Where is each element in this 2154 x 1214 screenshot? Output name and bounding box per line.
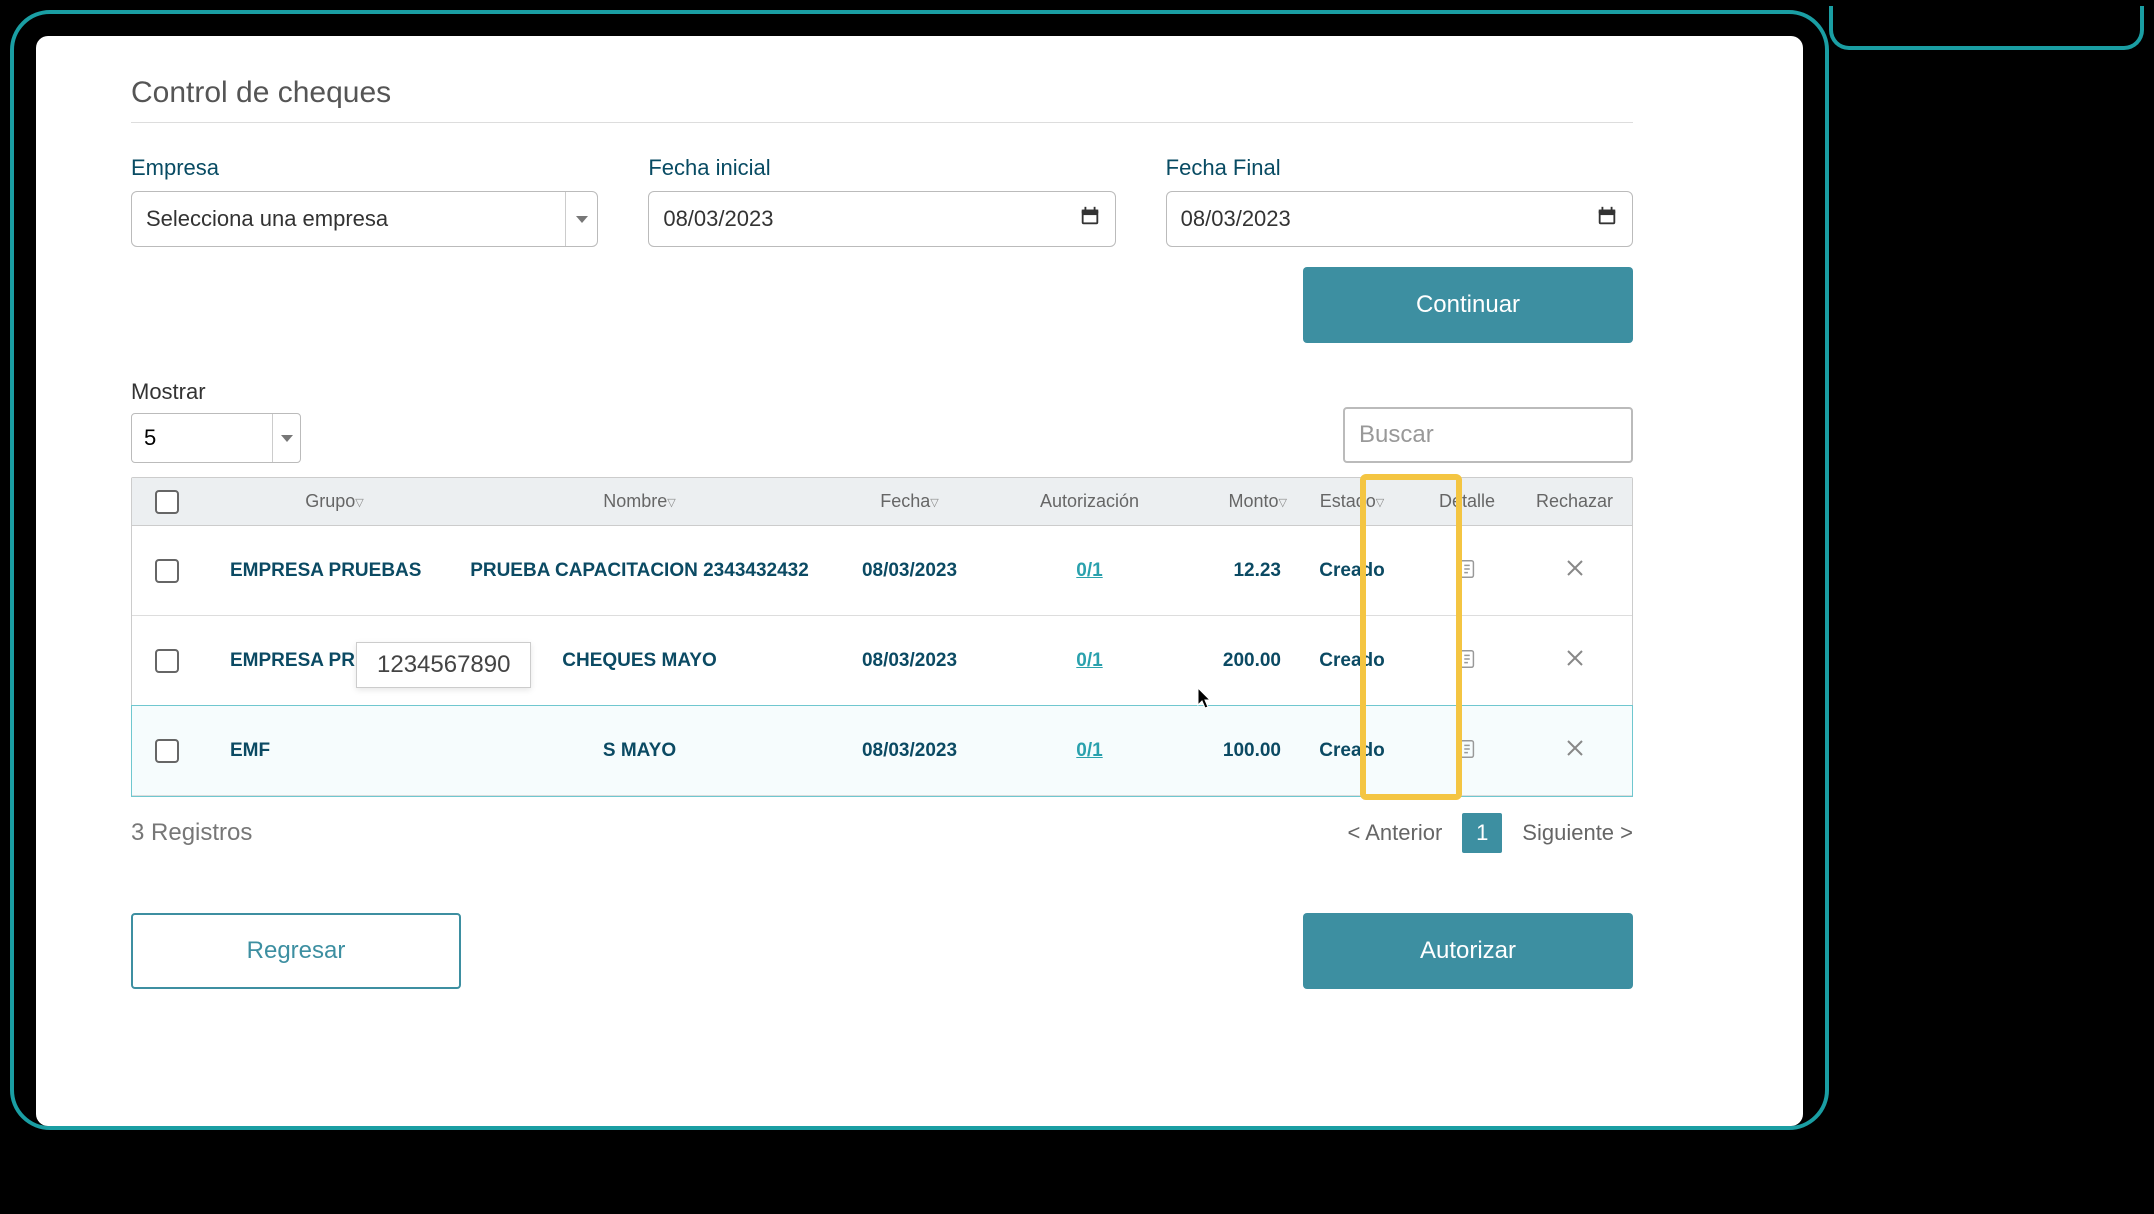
header-rechazar: Rechazar [1517,491,1632,512]
cell-estado: Creado [1287,560,1417,582]
cell-estado: Creado [1287,740,1417,762]
cell-monto: 12.23 [1172,560,1287,582]
device-base [1829,6,2144,50]
header-grupo[interactable]: Grupo▽ [202,491,467,512]
cell-nombre: PRUEBA CAPACITACION 2343432432 [467,560,812,582]
row-checkbox[interactable] [155,649,179,673]
filter-actions: Continuar [131,267,1633,343]
search-input[interactable]: Buscar [1343,407,1633,463]
sort-icon: ▽ [355,497,363,509]
table-row: EMPRESA PRUEBAS PRUEBA CAPACITACION 2343… [132,526,1632,616]
fecha-inicial-field: Fecha inicial 08/03/2023 [648,155,1115,247]
header-detalle: Detalle [1417,491,1517,512]
next-page[interactable]: Siguiente > [1522,820,1633,846]
cell-monto: 200.00 [1172,650,1287,672]
filters-row: Empresa Selecciona una empresa Fecha ini… [131,155,1633,247]
select-all-checkbox[interactable] [155,490,179,514]
table-row: EMF S MAYO 08/03/2023 0/1 100.00 Creado [132,706,1632,796]
page-size-value: 5 [144,425,156,451]
device-frame: Control de cheques Empresa Selecciona un… [10,10,1829,1130]
sort-icon: ▽ [1376,497,1384,509]
tooltip: 1234567890 [356,642,531,688]
table-footer: 3 Registros < Anterior 1 Siguiente > [131,813,1633,853]
header-autorizacion[interactable]: Autorización [1007,491,1172,512]
fecha-final-label: Fecha Final [1166,155,1633,181]
row-checkbox[interactable] [155,739,179,763]
detail-icon[interactable] [1454,556,1480,582]
prev-page[interactable]: < Anterior [1348,820,1443,846]
cheques-table: Grupo▽ Nombre▽ Fecha▽ Autorización Monto… [131,477,1633,797]
detail-icon[interactable] [1454,736,1480,762]
chevron-down-icon [565,192,597,246]
table-wrap: Grupo▽ Nombre▽ Fecha▽ Autorización Monto… [131,477,1633,797]
back-button[interactable]: Regresar [131,913,461,989]
header-monto[interactable]: Monto▽ [1172,491,1287,512]
empresa-placeholder: Selecciona una empresa [146,206,388,232]
fecha-inicial-input[interactable]: 08/03/2023 [648,191,1115,247]
cell-fecha: 08/03/2023 [812,740,1007,762]
cell-grupo: EMPRESA PRUEBAS [202,560,467,582]
sort-icon: ▽ [930,497,938,509]
cell-nombre: S MAYO [467,740,812,762]
cell-grupo: EMF [202,740,467,762]
cell-estado: Creado [1287,650,1417,672]
sort-icon: ▽ [1279,497,1287,509]
search-placeholder: Buscar [1359,421,1434,449]
fecha-final-input[interactable]: 08/03/2023 [1166,191,1633,247]
app-screen: Control de cheques Empresa Selecciona un… [36,36,1803,1126]
header-estado[interactable]: Estado▽ [1287,491,1417,512]
auth-link[interactable]: 0/1 [1076,650,1102,671]
table-header: Grupo▽ Nombre▽ Fecha▽ Autorización Monto… [132,478,1632,526]
page-number[interactable]: 1 [1462,813,1502,853]
detail-icon[interactable] [1454,646,1480,672]
fecha-inicial-label: Fecha inicial [648,155,1115,181]
close-icon[interactable] [1562,555,1588,581]
header-nombre[interactable]: Nombre▽ [467,491,812,512]
continue-button[interactable]: Continuar [1303,267,1633,343]
fecha-final-field: Fecha Final 08/03/2023 [1166,155,1633,247]
bottom-actions: Regresar Autorizar [131,913,1633,989]
close-icon[interactable] [1562,735,1588,761]
fecha-final-value: 08/03/2023 [1181,206,1291,232]
empresa-field: Empresa Selecciona una empresa [131,155,598,247]
records-count: 3 Registros [131,819,252,847]
cell-fecha: 08/03/2023 [812,650,1007,672]
authorize-button[interactable]: Autorizar [1303,913,1633,989]
chevron-down-icon [272,414,300,462]
calendar-icon [1079,205,1101,233]
cell-fecha: 08/03/2023 [812,560,1007,582]
pagination: < Anterior 1 Siguiente > [1348,813,1633,853]
row-checkbox[interactable] [155,559,179,583]
cell-monto: 100.00 [1172,740,1287,762]
header-fecha[interactable]: Fecha▽ [812,491,1007,512]
auth-link[interactable]: 0/1 [1076,740,1102,761]
close-icon[interactable] [1562,645,1588,671]
page-title: Control de cheques [131,76,1633,123]
calendar-icon [1596,205,1618,233]
sort-icon: ▽ [667,497,675,509]
empresa-label: Empresa [131,155,598,181]
show-label: Mostrar [131,379,301,405]
page-size-select[interactable]: 5 [131,413,301,463]
empresa-select[interactable]: Selecciona una empresa [131,191,598,247]
auth-link[interactable]: 0/1 [1076,560,1102,581]
header-checkbox-col [132,490,202,514]
fecha-inicial-value: 08/03/2023 [663,206,773,232]
list-controls: Mostrar 5 Buscar [131,379,1633,463]
